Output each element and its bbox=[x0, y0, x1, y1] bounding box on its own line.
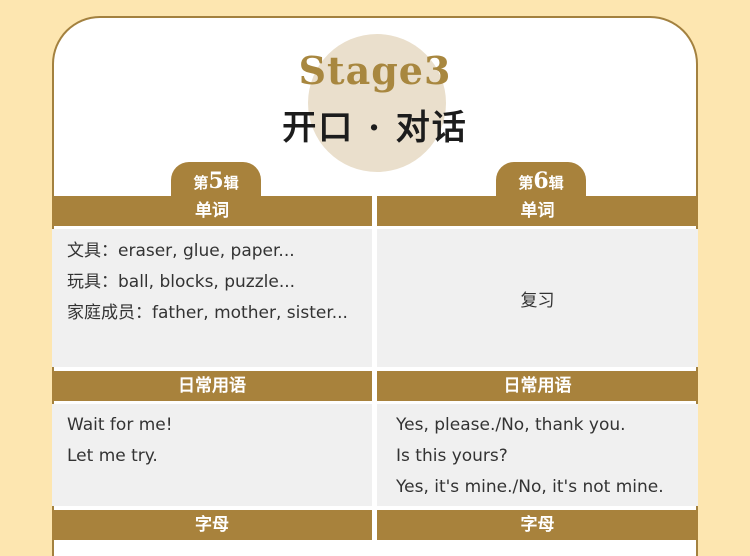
words-line: 家庭成员：father, mother, sister... bbox=[67, 303, 348, 323]
words-header: 单词 bbox=[52, 196, 372, 226]
words-line: 玩具：ball, blocks, puzzle... bbox=[67, 272, 296, 292]
review-text: 复习 bbox=[520, 290, 555, 311]
phrases-cell: Yes, please./No, thank you. Is this your… bbox=[377, 404, 698, 506]
phrase-line: Let me try. bbox=[67, 446, 158, 466]
phrases-header: 日常用语 bbox=[52, 371, 372, 401]
phrases-header: 日常用语 bbox=[377, 371, 698, 401]
words-cell: 复习 bbox=[377, 229, 698, 367]
volume-tab-5: 第5辑 bbox=[171, 162, 261, 196]
phrase-line: Yes, it's mine./No, it's not mine. bbox=[396, 477, 664, 497]
phrase-line: Yes, please./No, thank you. bbox=[396, 415, 626, 435]
words-header: 单词 bbox=[377, 196, 698, 226]
phrase-line: Is this yours? bbox=[396, 446, 508, 466]
volume-tab-6: 第6辑 bbox=[496, 162, 586, 196]
words-cell: 文具：eraser, glue, paper... 玩具：ball, block… bbox=[52, 229, 372, 367]
phrase-line: Wait for me! bbox=[67, 415, 173, 435]
letters-header: 字母 bbox=[52, 510, 372, 540]
stage-subtitle: 开口 · 对话 bbox=[282, 108, 468, 148]
stage-title: Stage3 bbox=[298, 48, 452, 93]
letters-header: 字母 bbox=[377, 510, 698, 540]
words-line: 文具：eraser, glue, paper... bbox=[67, 241, 295, 261]
phrases-cell: Wait for me! Let me try. bbox=[52, 404, 372, 506]
